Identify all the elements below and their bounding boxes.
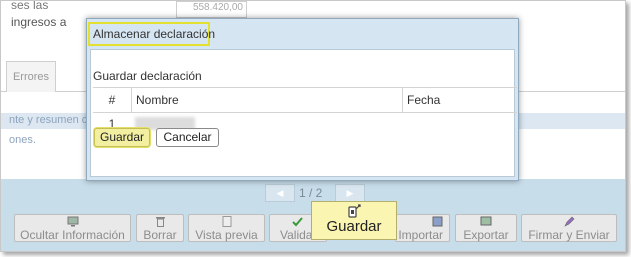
table-header: # Nombre Fecha bbox=[93, 87, 517, 113]
column-name: Nombre bbox=[131, 88, 402, 112]
column-number: # bbox=[108, 93, 116, 107]
delete-button[interactable]: Borrar bbox=[136, 214, 184, 242]
amount-field: 558.420,00 bbox=[176, 1, 247, 18]
column-date: Fecha bbox=[402, 88, 517, 112]
hide-info-button[interactable]: Ocultar Información bbox=[14, 214, 131, 242]
export-label: Exportar bbox=[463, 228, 509, 242]
app-frame: ses las ingresos a 558.420,00 Errores nt… bbox=[0, 0, 626, 252]
band-text: nte y resumen d bbox=[9, 114, 88, 126]
hide-info-label: Ocultar Información bbox=[20, 228, 125, 242]
save-tooltip: Guardar bbox=[311, 201, 397, 240]
next-page-button[interactable]: ▶ bbox=[335, 184, 365, 202]
chevron-left-icon: ◀ bbox=[276, 188, 284, 198]
prev-page-button[interactable]: ◀ bbox=[265, 184, 295, 202]
monitor-icon bbox=[15, 216, 130, 228]
cancel-button[interactable]: Cancelar bbox=[156, 128, 219, 147]
dialog-subtitle: Guardar declaración bbox=[93, 69, 202, 83]
pen-icon bbox=[522, 216, 616, 228]
save-button[interactable]: Guardar bbox=[94, 128, 150, 147]
partial-label-2: ingresos a bbox=[11, 15, 67, 29]
delete-label: Borrar bbox=[143, 228, 177, 242]
sign-send-label: Firmar y Enviar bbox=[528, 228, 610, 242]
dialog-title: Almacenar declaración bbox=[88, 22, 215, 46]
tooltip-label: Guardar bbox=[326, 218, 382, 235]
chevron-right-icon: ▶ bbox=[346, 188, 354, 198]
import-button[interactable]: Importar bbox=[395, 214, 450, 242]
partial-label-1: ses las bbox=[11, 0, 49, 12]
preview-button[interactable]: Vista previa bbox=[188, 214, 265, 242]
store-declaration-dialog: Almacenar declaración Guardar declaració… bbox=[86, 18, 519, 181]
sign-send-button[interactable]: Firmar y Enviar bbox=[521, 214, 617, 242]
document-icon bbox=[189, 216, 264, 228]
import-icon bbox=[418, 216, 443, 228]
export-button[interactable]: Exportar bbox=[455, 214, 517, 242]
trash-icon bbox=[137, 216, 183, 228]
page-indicator: 1 / 2 bbox=[299, 186, 323, 200]
dialog-body: Guardar declaración # Nombre Fecha 1 bbox=[90, 49, 517, 177]
background-text: ones. bbox=[9, 134, 36, 146]
pager: ◀ 1 / 2 ▶ bbox=[265, 184, 365, 202]
export-icon bbox=[456, 216, 516, 228]
import-label: Importar bbox=[398, 228, 443, 242]
tab-errores[interactable]: Errores bbox=[6, 61, 56, 92]
save-document-icon bbox=[346, 204, 362, 218]
preview-label: Vista previa bbox=[195, 228, 258, 242]
